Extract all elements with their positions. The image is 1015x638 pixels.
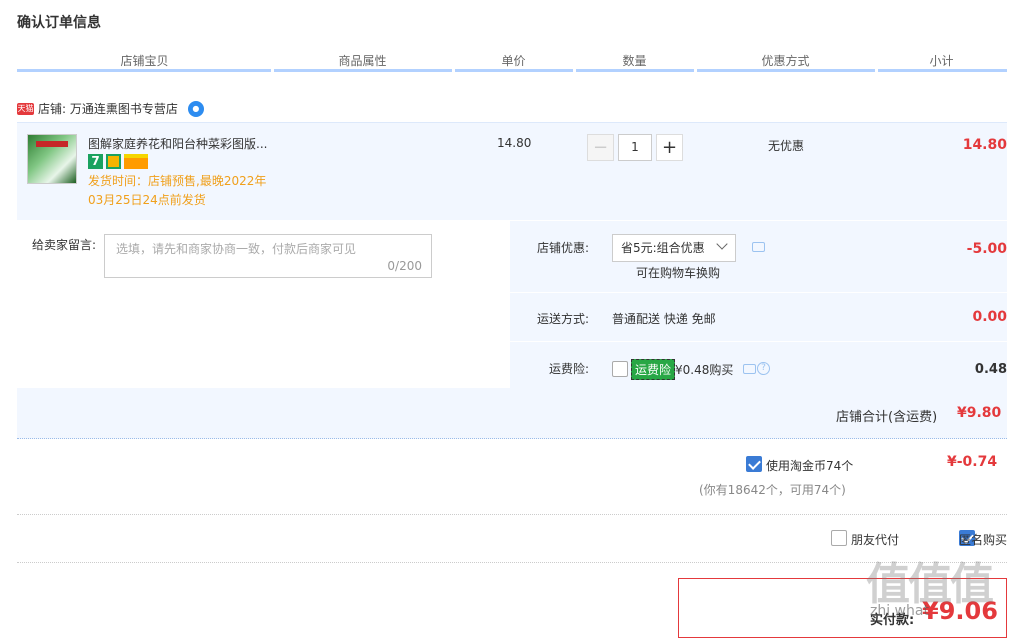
col-header-subtotal: 小计	[929, 54, 954, 68]
store-discount-amount: -5.00	[966, 241, 1007, 257]
shipping-amount: 0.00	[972, 309, 1007, 325]
store-discount-hint[interactable]: 可在购物车换购	[636, 264, 720, 281]
coins-balance-note: (你有18642个，可用74个)	[699, 483, 846, 497]
divider	[510, 292, 1007, 293]
chevron-down-icon	[716, 238, 728, 250]
anonymous-purchase-label[interactable]: 匿名购买	[959, 531, 1007, 548]
message-icon[interactable]	[743, 364, 756, 374]
col-header-unit-price: 单价	[501, 54, 526, 68]
divider	[510, 341, 1007, 342]
seven-day-return-icon[interactable]: 7	[88, 154, 103, 169]
use-taobao-coins-checkbox[interactable]	[746, 456, 762, 472]
header-divider	[697, 69, 875, 72]
header-divider	[455, 69, 573, 72]
seller-message-label: 给卖家留言:	[32, 238, 97, 252]
credit-card-icon[interactable]	[124, 154, 148, 169]
decrease-quantity-button[interactable]: −	[587, 134, 614, 161]
increase-quantity-button[interactable]: +	[656, 134, 683, 161]
shop-name[interactable]: 店铺: 万通连熏图书专营店	[38, 100, 178, 117]
message-icon[interactable]	[752, 242, 765, 252]
watermark-text: zhi what	[870, 603, 929, 619]
store-discount-selected: 省5元:组合优惠	[621, 241, 705, 255]
shipping-insurance-badge: 运费险	[631, 359, 676, 380]
shipping-method-label: 运送方式:	[537, 312, 590, 326]
col-header-discount: 优惠方式	[761, 54, 810, 68]
insurance-amount: 0.48	[974, 362, 1007, 377]
product-name[interactable]: 图解家庭养花和阳台种菜彩图版...	[88, 135, 267, 152]
coins-deduction-amount: ¥-0.74	[947, 454, 998, 470]
friend-pay-label[interactable]: 朋友代付	[851, 531, 899, 548]
friend-pay-checkbox[interactable]	[831, 530, 847, 546]
wangwang-chat-icon[interactable]: ●	[187, 100, 204, 117]
discount-method: 无优惠	[768, 139, 805, 153]
shipping-time-line1: 发货时间：店铺预售,最晚2022年	[88, 174, 267, 188]
header-divider	[274, 69, 452, 72]
col-header-attributes: 商品属性	[338, 54, 387, 68]
help-icon[interactable]: ?	[757, 362, 770, 375]
service-badges: 7	[88, 154, 148, 169]
header-divider	[878, 69, 1007, 72]
shop-line: 天猫 店铺: 万通连熏图书专营店 ●	[17, 100, 204, 117]
store-total-amount: ¥9.80	[957, 405, 1002, 421]
col-header-shop-item: 店铺宝贝	[120, 54, 169, 68]
product-thumbnail[interactable]	[27, 134, 77, 184]
shipping-time-line2: 03月25日24点前发货	[88, 193, 206, 207]
store-total-label: 店铺合计(含运费)	[836, 410, 938, 425]
item-subtotal: 14.80	[962, 137, 1007, 153]
seller-message-placeholder: 选填，请先和商家协商一致，付款后商家可见	[116, 242, 357, 256]
header-divider	[17, 69, 271, 72]
shipping-insurance-price: ¥0.48购买	[675, 363, 734, 377]
char-counter: 0/200	[387, 259, 422, 273]
seller-message-input[interactable]: 选填，请先和商家协商一致，付款后商家可见 0/200	[104, 234, 432, 278]
store-discount-select[interactable]: 省5元:组合优惠	[612, 234, 736, 262]
shipping-method-value: 普通配送 快递 免邮	[612, 312, 716, 326]
shipping-insurance-checkbox[interactable]	[612, 361, 628, 377]
divider	[17, 562, 1007, 563]
quantity-input[interactable]: 1	[618, 134, 652, 161]
page-title: 确认订单信息	[17, 15, 101, 31]
header-divider	[576, 69, 694, 72]
tmall-icon: 天猫	[17, 102, 34, 115]
guarantee-icon[interactable]	[106, 154, 121, 169]
shipping-time: 发货时间：店铺预售,最晚2022年 03月25日24点前发货	[88, 172, 273, 210]
store-discount-label: 店铺优惠:	[537, 241, 590, 255]
col-header-quantity: 数量	[622, 54, 647, 68]
shipping-insurance-label: 运费险:	[549, 362, 590, 376]
unit-price: 14.80	[497, 136, 532, 150]
taobao-coins-label[interactable]: 使用淘金币74个	[766, 457, 853, 474]
divider	[17, 514, 1007, 515]
quantity-stepper: − 1 +	[587, 134, 683, 161]
